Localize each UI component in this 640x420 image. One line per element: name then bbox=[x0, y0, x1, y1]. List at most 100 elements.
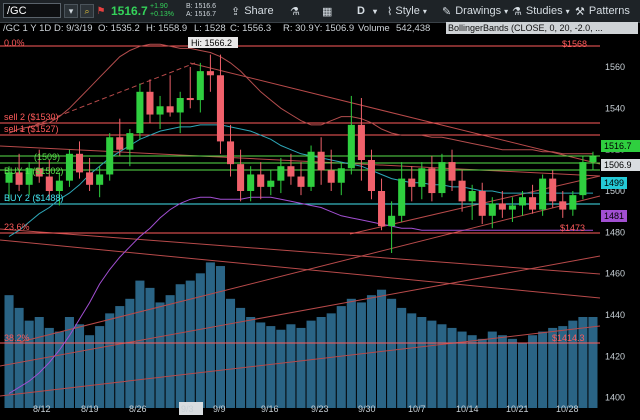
chevron-down-icon: ▾ bbox=[565, 6, 570, 16]
buy-2-label: BUY 2 ($1488) bbox=[4, 193, 63, 203]
close-value: C: 1556.3 bbox=[230, 23, 272, 34]
candle-body bbox=[277, 166, 285, 181]
price-label-top: $1568 bbox=[562, 39, 587, 49]
drawings-label: Drawings bbox=[455, 5, 502, 17]
fib-0-label: 0.0% bbox=[4, 38, 25, 48]
flask-icon: ⚗ bbox=[290, 5, 300, 18]
trend-line bbox=[19, 195, 601, 343]
price-label-lower: 1481 bbox=[604, 211, 624, 221]
candle-body bbox=[518, 197, 527, 206]
change-percent: +0.13% bbox=[150, 11, 174, 18]
interval-button[interactable]: D ▾ bbox=[357, 0, 377, 22]
volume-bar bbox=[145, 287, 155, 408]
change-value: +1.90 bbox=[150, 3, 168, 10]
candle-body bbox=[579, 162, 587, 196]
volume-bar bbox=[276, 329, 286, 408]
drawings-button[interactable]: ✎ Drawings ▾ bbox=[442, 0, 508, 22]
candle-body bbox=[106, 137, 114, 175]
volume-bar bbox=[95, 326, 105, 408]
candle-body bbox=[96, 174, 104, 185]
candle-body bbox=[478, 191, 486, 216]
volume-bar bbox=[377, 289, 387, 408]
open-value: O: 1535.2 bbox=[98, 23, 140, 34]
interval-label: D bbox=[357, 5, 365, 17]
candle-body bbox=[529, 197, 537, 210]
volume-bar bbox=[74, 324, 85, 408]
candle-body bbox=[367, 160, 375, 191]
x-tick-label: 10/14 bbox=[456, 404, 479, 414]
volume-bar bbox=[135, 280, 145, 408]
date-value: D: 9/3/19 bbox=[54, 23, 93, 34]
bb-upper-line bbox=[8, 43, 593, 155]
candle-body bbox=[247, 174, 255, 191]
candle-body bbox=[458, 180, 466, 202]
candle-body bbox=[549, 178, 557, 202]
candle-body bbox=[55, 180, 63, 191]
volume-bar bbox=[427, 320, 437, 408]
symbol-dropdown-button[interactable]: ▾ bbox=[64, 4, 78, 18]
alert-flag-icon[interactable]: ⚑ bbox=[95, 4, 107, 18]
x-tick-label: 9/30 bbox=[358, 404, 376, 414]
candle-body bbox=[448, 162, 456, 181]
chevron-down-icon: ▾ bbox=[422, 6, 427, 16]
price-axis: 156015401520150014801460144014201400 bbox=[605, 62, 625, 403]
buy-1-label: BUY 1 ($1502) bbox=[4, 166, 63, 176]
candle-body bbox=[126, 133, 134, 150]
candle-body bbox=[418, 168, 426, 187]
candle-body bbox=[378, 191, 386, 227]
fib-382-label: 38.2% bbox=[4, 333, 30, 343]
patterns-button[interactable]: ⚒ Patterns bbox=[575, 0, 630, 22]
volume-bar bbox=[225, 298, 236, 408]
table-icon-button[interactable]: ▦ bbox=[322, 0, 332, 22]
candle-body bbox=[86, 172, 94, 185]
candle-body bbox=[569, 195, 577, 210]
volume-bar bbox=[306, 320, 316, 408]
candle-body bbox=[347, 124, 355, 169]
volume-bar bbox=[346, 298, 356, 408]
volume-bar bbox=[44, 327, 54, 408]
volume-bar bbox=[266, 326, 276, 408]
candle-body bbox=[438, 162, 446, 194]
volume-bar bbox=[497, 335, 507, 408]
x-tick-label: 10/21 bbox=[506, 404, 529, 414]
volume-bar bbox=[286, 324, 296, 408]
candle-body bbox=[196, 71, 204, 101]
volume-bar bbox=[195, 273, 205, 408]
y-tick-label: 1460 bbox=[605, 269, 625, 279]
hi-label: Hi: 1566.2 bbox=[188, 37, 238, 48]
volume-bars bbox=[4, 262, 598, 408]
symbol-lookup-icon[interactable]: ⌕ bbox=[80, 4, 94, 18]
bid-value: B: 1516.6 bbox=[186, 3, 216, 10]
volume-bar bbox=[477, 338, 487, 408]
volume-value: 542,438 bbox=[396, 23, 431, 34]
share-button[interactable]: ⇪ Share bbox=[231, 0, 274, 22]
y-tick-label: 1540 bbox=[605, 103, 625, 113]
volume-bar bbox=[517, 342, 528, 408]
x-tick-label: 10/7 bbox=[408, 404, 426, 414]
price-label-1414: $1414.3 bbox=[552, 333, 585, 343]
y-value: Y: 1506.9 bbox=[314, 23, 355, 34]
x-tick-label: 8/19 bbox=[81, 404, 99, 414]
volume-bar bbox=[397, 307, 407, 408]
volume-bar bbox=[326, 313, 336, 408]
candle-body bbox=[559, 201, 567, 210]
chevron-down-icon: ▾ bbox=[372, 6, 377, 16]
pencil-icon: ✎ bbox=[442, 5, 452, 18]
y-tick-label: 1400 bbox=[605, 393, 625, 403]
study-label[interactable]: BollingerBands (CLOSE, 0, 20, -2.0, ... bbox=[446, 22, 638, 34]
symbol-input[interactable] bbox=[3, 3, 61, 18]
volume-bar bbox=[447, 327, 457, 408]
candle-body bbox=[297, 176, 305, 187]
candle-body bbox=[357, 124, 365, 160]
candle-body bbox=[45, 176, 53, 191]
candle-body bbox=[186, 98, 194, 101]
candle-body bbox=[116, 137, 124, 150]
style-button[interactable]: ⌇ Style ▾ bbox=[387, 0, 427, 22]
studies-button[interactable]: ⚗ Studies ▾ bbox=[512, 0, 570, 22]
candle-body bbox=[337, 168, 345, 183]
price-label-last: 1516.7 bbox=[604, 141, 632, 151]
candle-body bbox=[468, 191, 476, 202]
flask-button[interactable]: ⚗ bbox=[290, 0, 300, 22]
flask-icon: ⚗ bbox=[512, 5, 522, 18]
price-chart[interactable]: 0.0% sell 2 ($1530) sell 1 ($1527) (1509… bbox=[0, 36, 640, 420]
